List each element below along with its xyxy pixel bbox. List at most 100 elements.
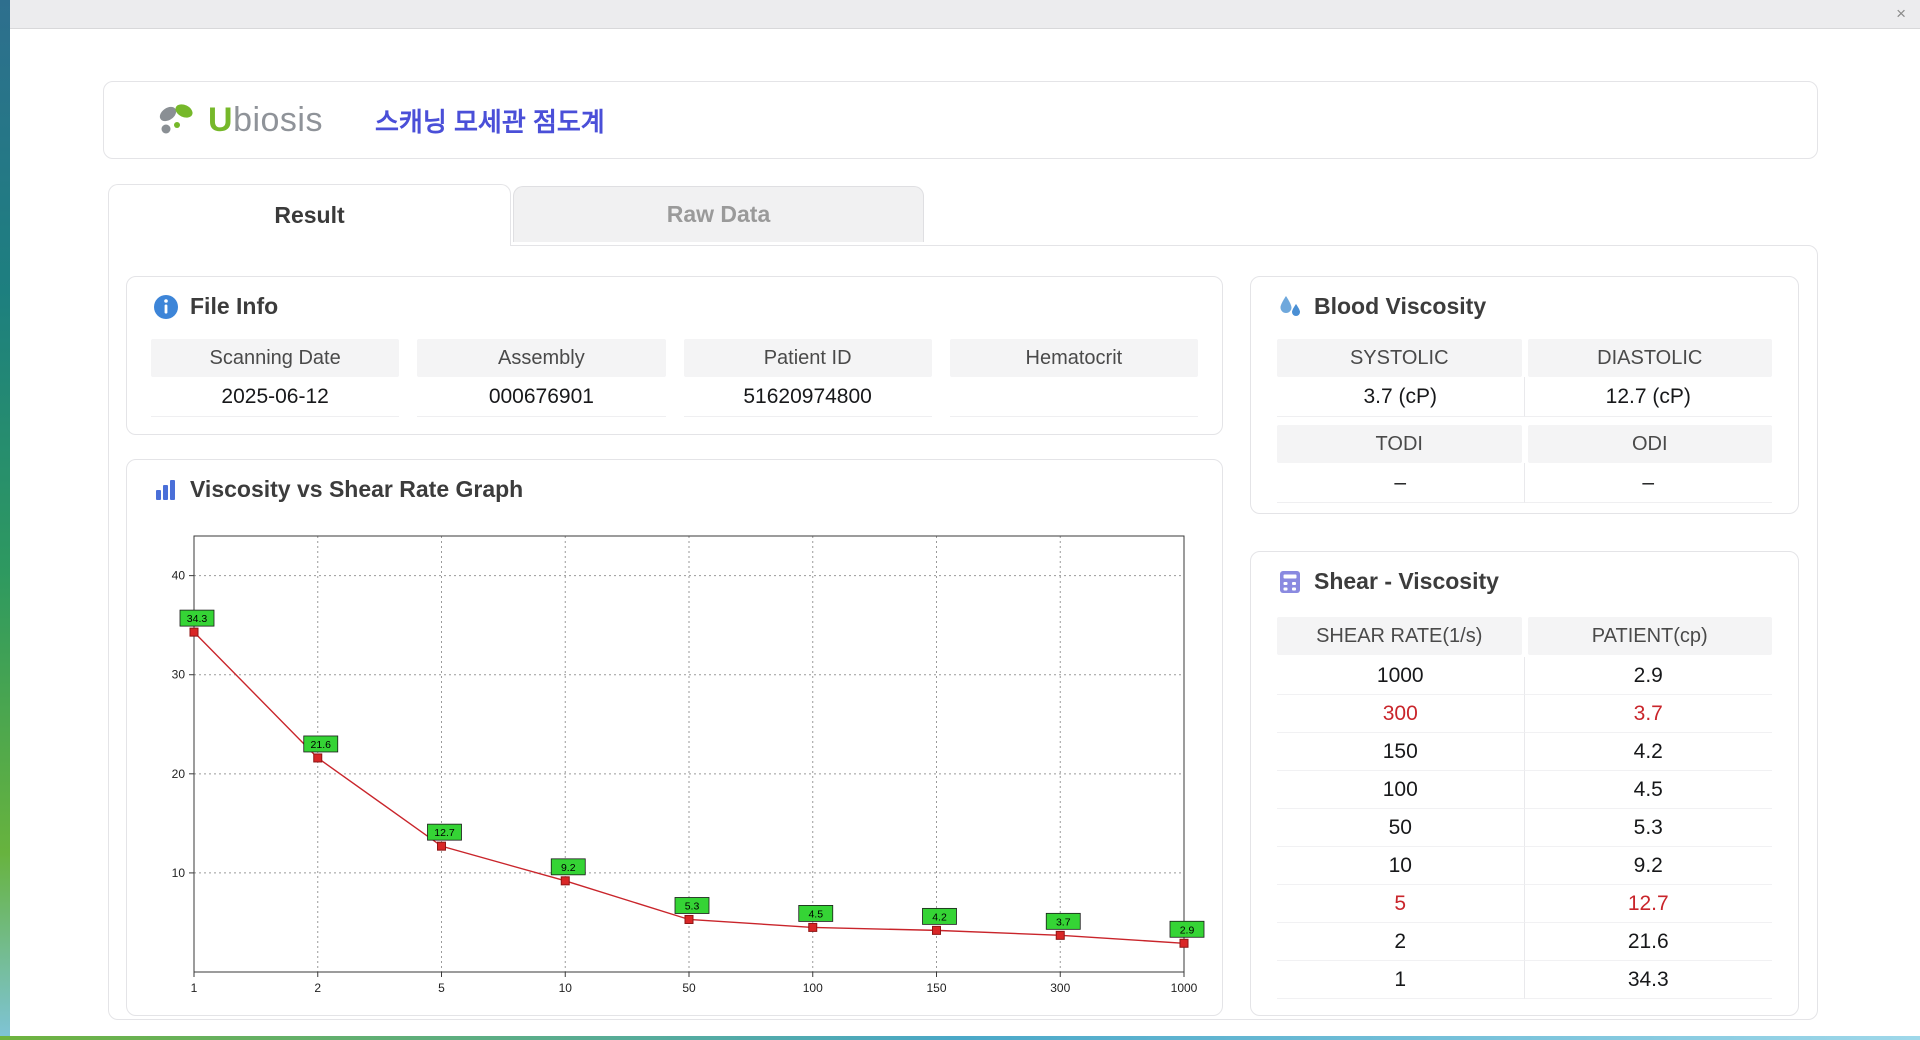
patient-cell: 5.3 [1524,809,1772,847]
shear-viscosity-title-text: Shear - Viscosity [1314,568,1499,594]
desktop-background-bottom [0,1036,1920,1040]
graph-title: Viscosity vs Shear Rate Graph [153,476,523,503]
table-row: 2 21.6 [1277,923,1772,961]
shear-rate-cell: 2 [1277,923,1525,961]
svg-text:2: 2 [314,981,321,995]
column-header: TODI [1277,425,1522,463]
svg-text:21.6: 21.6 [311,739,332,751]
ubiosis-logo: Ubiosis [154,99,323,141]
svg-text:150: 150 [926,981,946,995]
column-header: DIASTOLIC [1527,339,1772,377]
file-info-value: 51620974800 [683,377,932,417]
water-drops-icon [1277,294,1303,320]
patient-cell: 21.6 [1524,923,1772,961]
table-row: 150 4.2 [1277,733,1772,771]
viscosity-chart: 10 20 30 40 1 2 5 10 50 100 150 300 1000 34.3 21.6 12.7… [172,535,1205,995]
svg-text:20: 20 [172,767,186,781]
patient-cell: 4.2 [1524,733,1772,771]
close-icon[interactable]: × [1896,4,1906,24]
graph-title-text: Viscosity vs Shear Rate Graph [190,476,524,502]
file-info-column: Patient ID 51620974800 [683,339,932,417]
shear-rate-cell: 5 [1277,885,1525,923]
svg-text:1: 1 [191,981,198,995]
window-titlebar: × [0,0,1920,29]
tab-result[interactable]: Result [108,184,511,246]
table-calculator-icon [1277,569,1303,595]
blood-viscosity-title: Blood Viscosity [1277,293,1486,320]
file-info-column: Scanning Date 2025-06-12 [151,339,400,417]
logo-text: Ubiosis [208,101,323,140]
file-info-title: File Info [153,293,278,320]
patient-cell: 3.7 [1524,695,1772,733]
page-title: 스캐닝 모세관 점도계 [375,106,605,137]
file-info-column: Hematocrit [949,339,1198,417]
bar-chart-icon [153,477,179,503]
todi-value: – [1277,463,1525,503]
logo-rest: biosis [233,100,323,139]
file-info-label: Assembly [417,339,666,377]
svg-text:5.3: 5.3 [685,900,700,912]
table-row: 10 9.2 [1277,847,1772,885]
table-row: 50 5.3 [1277,809,1772,847]
file-info-title-text: File Info [190,293,279,319]
file-info-value: 2025-06-12 [151,377,400,417]
table-row: 100 4.5 [1277,771,1772,809]
shear-viscosity-card: Shear - Viscosity SHEAR RATE(1/s) PATIEN… [1250,551,1799,1016]
file-info-card: File Info Scanning Date 2025-06-12 Assembl… [126,276,1223,435]
table-row: 5 12.7 [1277,885,1772,923]
graph-card: Viscosity vs Shear Rate Graph 10 20 30 40 1 2… [126,459,1223,1016]
logo-leaves-icon [154,99,200,141]
desktop-background-strip [0,0,10,1040]
patient-cell: 2.9 [1524,657,1772,695]
svg-text:10: 10 [172,866,186,880]
svg-text:9.2: 9.2 [561,862,576,874]
svg-text:50: 50 [682,981,696,995]
svg-text:40: 40 [172,569,186,583]
info-icon [153,294,179,320]
shear-rate-cell: 100 [1277,771,1525,809]
header-card: Ubiosis 스캐닝 모세관 점도계 [103,81,1818,159]
column-header: ODI [1527,425,1772,463]
file-info-label: Patient ID [683,339,932,377]
odi-value: – [1524,463,1772,503]
table-row: 1 34.3 [1277,961,1772,999]
svg-text:4.5: 4.5 [808,908,823,920]
shear-rate-cell: 300 [1277,695,1525,733]
column-header: SHEAR RATE(1/s) [1277,617,1522,655]
shear-rate-cell: 50 [1277,809,1525,847]
shear-rate-cell: 10 [1277,847,1525,885]
shear-rate-cell: 150 [1277,733,1525,771]
file-info-label: Hematocrit [949,339,1198,377]
svg-text:2.9: 2.9 [1180,924,1195,936]
file-info-fields: Scanning Date 2025-06-12 Assembly 000676901… [151,339,1198,417]
svg-text:34.3: 34.3 [187,613,208,625]
diastolic-value: 12.7 (cP) [1524,377,1772,417]
shear-rate-cell: 1 [1277,961,1525,999]
svg-text:100: 100 [803,981,823,995]
column-header: SYSTOLIC [1277,339,1522,377]
file-info-value: 000676901 [417,377,666,417]
svg-text:5: 5 [438,981,445,995]
svg-text:10: 10 [559,981,573,995]
column-header: PATIENT(cp) [1527,617,1772,655]
file-info-column: Assembly 000676901 [417,339,666,417]
blood-viscosity-title-text: Blood Viscosity [1314,293,1487,319]
svg-text:300: 300 [1050,981,1070,995]
blood-viscosity-card: Blood Viscosity SYSTOLIC DIASTOLIC 3.7 (… [1250,276,1799,514]
svg-text:3.7: 3.7 [1056,916,1071,928]
table-row: 300 3.7 [1277,695,1772,733]
patient-cell: 9.2 [1524,847,1772,885]
logo-u: U [208,100,234,139]
svg-text:4.2: 4.2 [932,911,947,923]
patient-cell: 4.5 [1524,771,1772,809]
blood-viscosity-table: SYSTOLIC DIASTOLIC 3.7 (cP) 12.7 (cP) TO… [1277,339,1772,503]
shear-viscosity-rows: 1000 2.9 300 3.7 150 4.2 100 4.5 50 5.3 10 9.2 5 12.7… [1277,657,1772,999]
patient-cell: 34.3 [1524,961,1772,999]
shear-viscosity-title: Shear - Viscosity [1277,568,1499,595]
svg-text:1000: 1000 [1171,981,1198,995]
svg-text:12.7: 12.7 [434,827,455,839]
file-info-value [949,377,1198,417]
file-info-label: Scanning Date [151,339,400,377]
tab-raw-data[interactable]: Raw Data [513,186,924,242]
systolic-value: 3.7 (cP) [1277,377,1525,417]
